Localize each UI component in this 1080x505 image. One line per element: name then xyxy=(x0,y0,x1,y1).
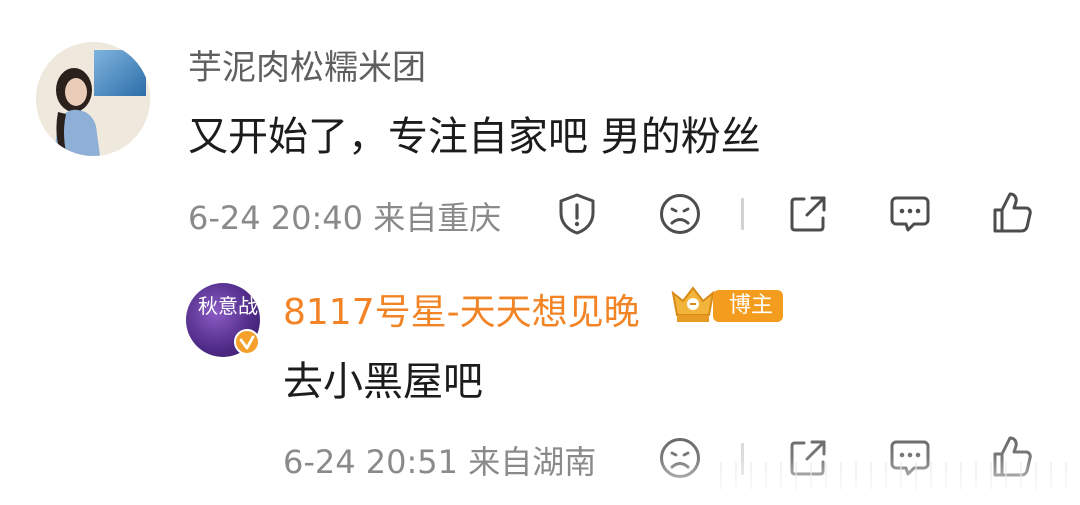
avatar-photo xyxy=(36,42,150,156)
comment-username[interactable]: 芋泥肉松糯米团 xyxy=(188,40,426,89)
action-divider xyxy=(741,198,744,230)
avatar-char: 秋意战 xyxy=(198,294,258,318)
dislike-icon[interactable] xyxy=(658,436,702,480)
host-reply-text: 去小黑屋吧 xyxy=(283,359,483,405)
reply-icon[interactable] xyxy=(888,192,932,236)
dislike-icon[interactable] xyxy=(658,192,702,236)
verified-badge-icon xyxy=(234,329,260,355)
host-reply-meta: 6-24 20:51 来自湖南 xyxy=(283,443,597,481)
comment-text: 又开始了，专注自家吧 男的粉丝 xyxy=(188,114,761,160)
user-avatar[interactable] xyxy=(36,42,150,156)
report-icon[interactable] xyxy=(555,192,599,236)
comment-meta: 6-24 20:40 来自重庆 xyxy=(188,199,502,237)
host-username[interactable]: 8117号星-天天想见晚 xyxy=(283,283,640,335)
host-badge: 博主 xyxy=(713,290,784,322)
vip-crown-icon xyxy=(671,286,715,322)
share-icon[interactable] xyxy=(786,192,830,236)
like-icon[interactable] xyxy=(990,190,1034,236)
bottom-fade-texture xyxy=(720,462,1080,490)
